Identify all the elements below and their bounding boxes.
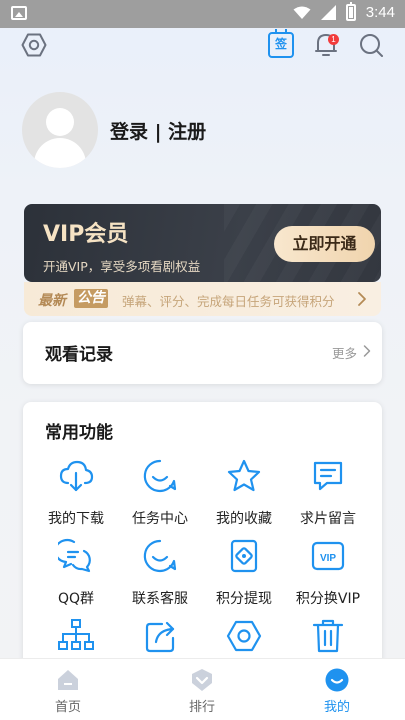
vip-title: VIP会员 xyxy=(43,222,129,247)
chevron-right-icon xyxy=(358,292,366,306)
avatar[interactable] xyxy=(22,92,98,168)
feature-my-downloads[interactable]: 我的下载 xyxy=(31,458,121,528)
chevron-right-icon xyxy=(363,345,371,357)
feature-points-to-vip[interactable]: VIP 积分换VIP xyxy=(283,538,373,608)
notice-label: 公告 xyxy=(74,289,108,308)
login-register-link[interactable]: 登录 | 注册 xyxy=(110,117,206,144)
vip-card[interactable]: VIP会员 开通VIP，享受多项看剧权益 立即开通 xyxy=(24,204,381,282)
settings-icon[interactable] xyxy=(21,32,47,58)
notification-badge: 1 xyxy=(328,34,339,45)
nav-profile[interactable]: 我的 xyxy=(287,659,387,720)
sign-in-button[interactable]: 签 xyxy=(268,29,294,58)
home-icon xyxy=(58,670,78,690)
status-bar: 3:44 xyxy=(0,0,405,28)
signal-icon xyxy=(320,5,336,20)
rank-icon xyxy=(192,669,212,691)
status-time: 3:44 xyxy=(365,4,395,21)
feature-request-message[interactable]: 求片留言 xyxy=(283,458,373,528)
message-icon xyxy=(313,461,343,491)
gallery-notification-icon xyxy=(11,6,27,20)
notice-label-new: 最新 xyxy=(38,293,66,309)
cloud-download-icon xyxy=(59,460,94,492)
nav-rank[interactable]: 排行 xyxy=(152,659,252,720)
open-vip-button[interactable]: 立即开通 xyxy=(274,226,375,262)
star-icon xyxy=(227,459,261,492)
feature-qq-group[interactable]: QQ群 xyxy=(31,538,121,608)
watch-history-card[interactable]: 观看记录 更多 xyxy=(23,322,382,384)
feature-customer-service[interactable]: 联系客服 xyxy=(115,538,205,608)
feature-my-favorites[interactable]: 我的收藏 xyxy=(199,458,289,528)
share-icon xyxy=(145,621,175,653)
more-link[interactable]: 更多 xyxy=(332,343,357,362)
bottom-nav: 首页 排行 我的 xyxy=(0,658,405,720)
smile-icon xyxy=(143,459,177,493)
notice-text: 弹幕、评分、完成每日任务可获得积分 xyxy=(122,294,335,309)
announcement-bar[interactable]: 最新 公告 弹幕、评分、完成每日任务可获得积分 xyxy=(24,282,381,316)
wallet-icon xyxy=(230,539,258,573)
settings-icon xyxy=(226,620,262,652)
feature-task-center[interactable]: 任务中心 xyxy=(115,458,205,528)
chat-bubbles-icon xyxy=(54,538,91,573)
watch-history-title: 观看记录 xyxy=(45,345,113,365)
trash-icon xyxy=(312,619,344,653)
vip-icon: VIP xyxy=(311,541,345,571)
nav-home[interactable]: 首页 xyxy=(18,659,118,720)
common-features-card: 常用功能 我的下载 任务中心 我的收藏 求片留言 QQ群 联系客服 积分提现 V… xyxy=(23,402,382,692)
svg-text:VIP: VIP xyxy=(320,553,336,564)
search-icon[interactable] xyxy=(358,32,384,58)
common-features-title: 常用功能 xyxy=(45,423,113,443)
vip-subtitle: 开通VIP，享受多项看剧权益 xyxy=(43,259,201,274)
wifi-icon xyxy=(293,6,311,19)
sitemap-icon xyxy=(58,619,94,650)
feature-points-withdraw[interactable]: 积分提现 xyxy=(199,538,289,608)
battery-icon xyxy=(345,2,356,21)
header-bar: 签 1 xyxy=(0,29,405,62)
customer-service-icon xyxy=(143,539,177,573)
profile-icon xyxy=(325,668,349,692)
